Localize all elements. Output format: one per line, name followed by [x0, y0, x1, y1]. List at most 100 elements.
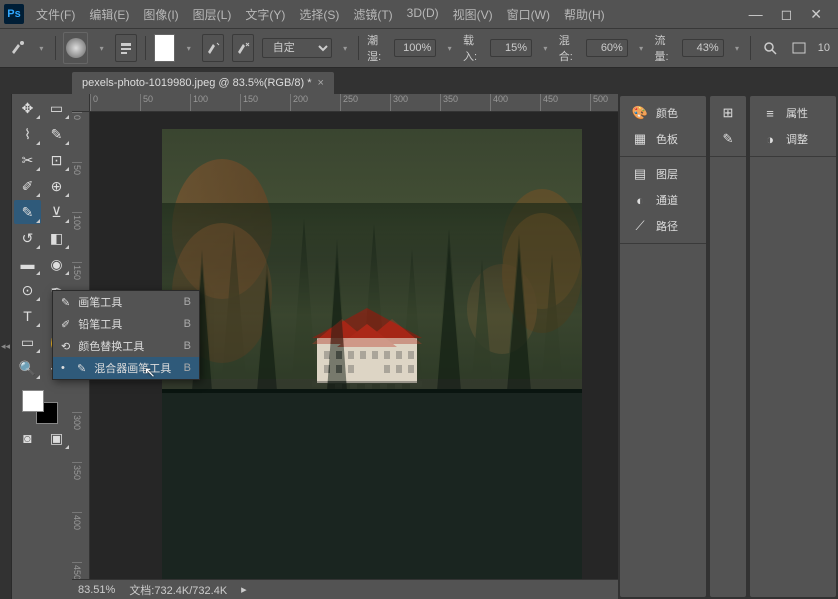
clean-brush-icon[interactable]: [232, 34, 254, 62]
mode-select[interactable]: 自定: [262, 38, 332, 58]
eyedropper-tool[interactable]: ✐: [14, 174, 41, 198]
tool-preset-icon[interactable]: [8, 38, 28, 58]
maximize-button[interactable]: ◻: [781, 6, 793, 23]
color-swatches[interactable]: [14, 388, 70, 424]
flyout-color-replace[interactable]: ⟲ 颜色替换工具 B: [53, 335, 199, 357]
panel-adjust[interactable]: ✎: [714, 126, 742, 152]
menu-type[interactable]: 文字(Y): [239, 2, 291, 27]
gradient-tool[interactable]: ▬: [14, 252, 41, 276]
brush-icon: ✎: [61, 296, 70, 309]
marquee-tool[interactable]: ▭: [43, 96, 70, 120]
flow-input[interactable]: [682, 39, 724, 57]
shape-tool[interactable]: ▭: [14, 330, 41, 354]
options-bar: ▾ ▾ ▾ 自定 ▾ 潮湿: ▾ 载入: ▾ 混合: ▾ 流量: ▾ 10: [0, 28, 838, 68]
foreground-color[interactable]: [22, 390, 44, 412]
current-color-swatch[interactable]: [154, 34, 176, 62]
blur-tool[interactable]: ◉: [43, 252, 70, 276]
screen-mode-icon[interactable]: [788, 34, 809, 62]
paths-icon: ⟋: [632, 218, 648, 234]
menu-help[interactable]: 帮助(H): [558, 2, 611, 27]
mix-label: 混合:: [559, 32, 578, 64]
menu-bar: 文件(F) 编辑(E) 图像(I) 图层(L) 文字(Y) 选择(S) 滤镜(T…: [30, 2, 611, 27]
chevron-down-icon[interactable]: ▾: [183, 41, 194, 55]
menu-edit[interactable]: 编辑(E): [83, 2, 135, 27]
flyout-brush[interactable]: ✎ 画笔工具 B: [53, 291, 199, 313]
frame-tool[interactable]: ⊡: [43, 148, 70, 172]
crop-tool[interactable]: ✂: [14, 148, 41, 172]
search-icon[interactable]: [759, 34, 780, 62]
panel-channels[interactable]: ◐通道: [624, 187, 702, 213]
stamp-tool[interactable]: ⊻: [43, 200, 70, 224]
panel-paths[interactable]: ⟋路径: [624, 213, 702, 239]
panel-properties[interactable]: ≡属性: [754, 100, 832, 126]
menu-3d[interactable]: 3D(D): [401, 2, 445, 27]
healing-tool[interactable]: ⊕: [43, 174, 70, 198]
load-brush-icon[interactable]: [202, 34, 224, 62]
ruler-origin[interactable]: [72, 94, 90, 112]
zoom-tool[interactable]: 🔍: [14, 356, 41, 380]
replace-icon: ⟲: [61, 340, 70, 353]
app-logo: Ps: [4, 4, 24, 24]
status-chevron-icon[interactable]: ▸: [241, 583, 247, 596]
menu-image[interactable]: 图像(I): [137, 2, 184, 27]
panel-column-2: ⊞ ✎: [710, 96, 746, 597]
panel-column-3: ≡属性 ◑调整: [750, 96, 836, 597]
checkmark-icon: •: [61, 362, 69, 374]
sliders-icon: ≡: [762, 105, 778, 121]
move-tool[interactable]: ✥: [14, 96, 41, 120]
load-label: 载入:: [463, 32, 482, 64]
grid-icon: ▦: [632, 131, 648, 147]
mix-input[interactable]: [586, 39, 628, 57]
brush-panel-icon[interactable]: [115, 34, 137, 62]
flyout-mixer-brush[interactable]: • ✎ 混合器画笔工具 B: [53, 357, 199, 379]
menu-window[interactable]: 窗口(W): [501, 2, 556, 27]
status-docinfo[interactable]: 文档:732.4K/732.4K: [129, 582, 227, 598]
history-brush-tool[interactable]: ↺: [14, 226, 41, 250]
close-button[interactable]: ✕: [810, 6, 822, 23]
chevron-down-icon[interactable]: ▾: [540, 41, 551, 55]
chevron-down-icon[interactable]: ▾: [636, 41, 647, 55]
horizontal-ruler[interactable]: 050100150200250300350400450500550: [90, 94, 618, 112]
pen-icon: ✎: [722, 131, 734, 147]
quick-select-tool[interactable]: ✎: [43, 122, 70, 146]
chevron-down-icon[interactable]: ▾: [96, 41, 107, 55]
minimize-button[interactable]: —: [749, 6, 763, 23]
type-tool[interactable]: T: [14, 304, 41, 328]
tab-close-icon[interactable]: ×: [317, 77, 323, 89]
menu-select[interactable]: 选择(S): [293, 2, 345, 27]
window-controls: — ◻ ✕: [749, 6, 834, 23]
panel-adjustments[interactable]: ◑调整: [754, 126, 832, 152]
brush-tool[interactable]: ✎: [14, 200, 41, 224]
dodge-tool[interactable]: ⊙: [14, 278, 41, 302]
channels-icon: ◐: [632, 192, 648, 208]
document-tabs: pexels-photo-1019980.jpeg @ 83.5%(RGB/8)…: [0, 68, 838, 94]
panel-color[interactable]: 🎨颜色: [624, 100, 702, 126]
document-tab[interactable]: pexels-photo-1019980.jpeg @ 83.5%(RGB/8)…: [72, 72, 334, 94]
toolbox-collapse[interactable]: ◂◂: [0, 94, 12, 599]
load-input[interactable]: [490, 39, 532, 57]
chevron-down-icon[interactable]: ▾: [340, 41, 351, 55]
menu-view[interactable]: 视图(V): [447, 2, 499, 27]
wet-input[interactable]: [394, 39, 436, 57]
wet-label: 潮湿:: [367, 32, 386, 64]
document-image[interactable]: [162, 129, 582, 579]
chevron-down-icon[interactable]: ▾: [732, 41, 743, 55]
brush-preview[interactable]: [63, 32, 88, 64]
panel-libraries[interactable]: ⊞: [714, 100, 742, 126]
panel-swatches[interactable]: ▦色板: [624, 126, 702, 152]
flyout-pencil[interactable]: ✐ 铅笔工具 B: [53, 313, 199, 335]
palette-icon: 🎨: [632, 105, 648, 121]
status-bar: 83.51% 文档:732.4K/732.4K ▸: [72, 579, 618, 599]
chevron-down-icon[interactable]: ▾: [444, 41, 455, 55]
status-zoom[interactable]: 83.51%: [78, 584, 115, 596]
lasso-tool[interactable]: ⌇: [14, 122, 41, 146]
panel-layers[interactable]: ▤图层: [624, 161, 702, 187]
chevron-down-icon[interactable]: ▾: [36, 41, 47, 55]
menu-layer[interactable]: 图层(L): [187, 2, 238, 27]
screenmode-tool[interactable]: ▣: [43, 426, 70, 450]
layers-icon: ▤: [632, 166, 648, 182]
eraser-tool[interactable]: ◧: [43, 226, 70, 250]
menu-filter[interactable]: 滤镜(T): [347, 2, 398, 27]
quickmask-tool[interactable]: ◙: [14, 426, 41, 450]
menu-file[interactable]: 文件(F): [30, 2, 81, 27]
